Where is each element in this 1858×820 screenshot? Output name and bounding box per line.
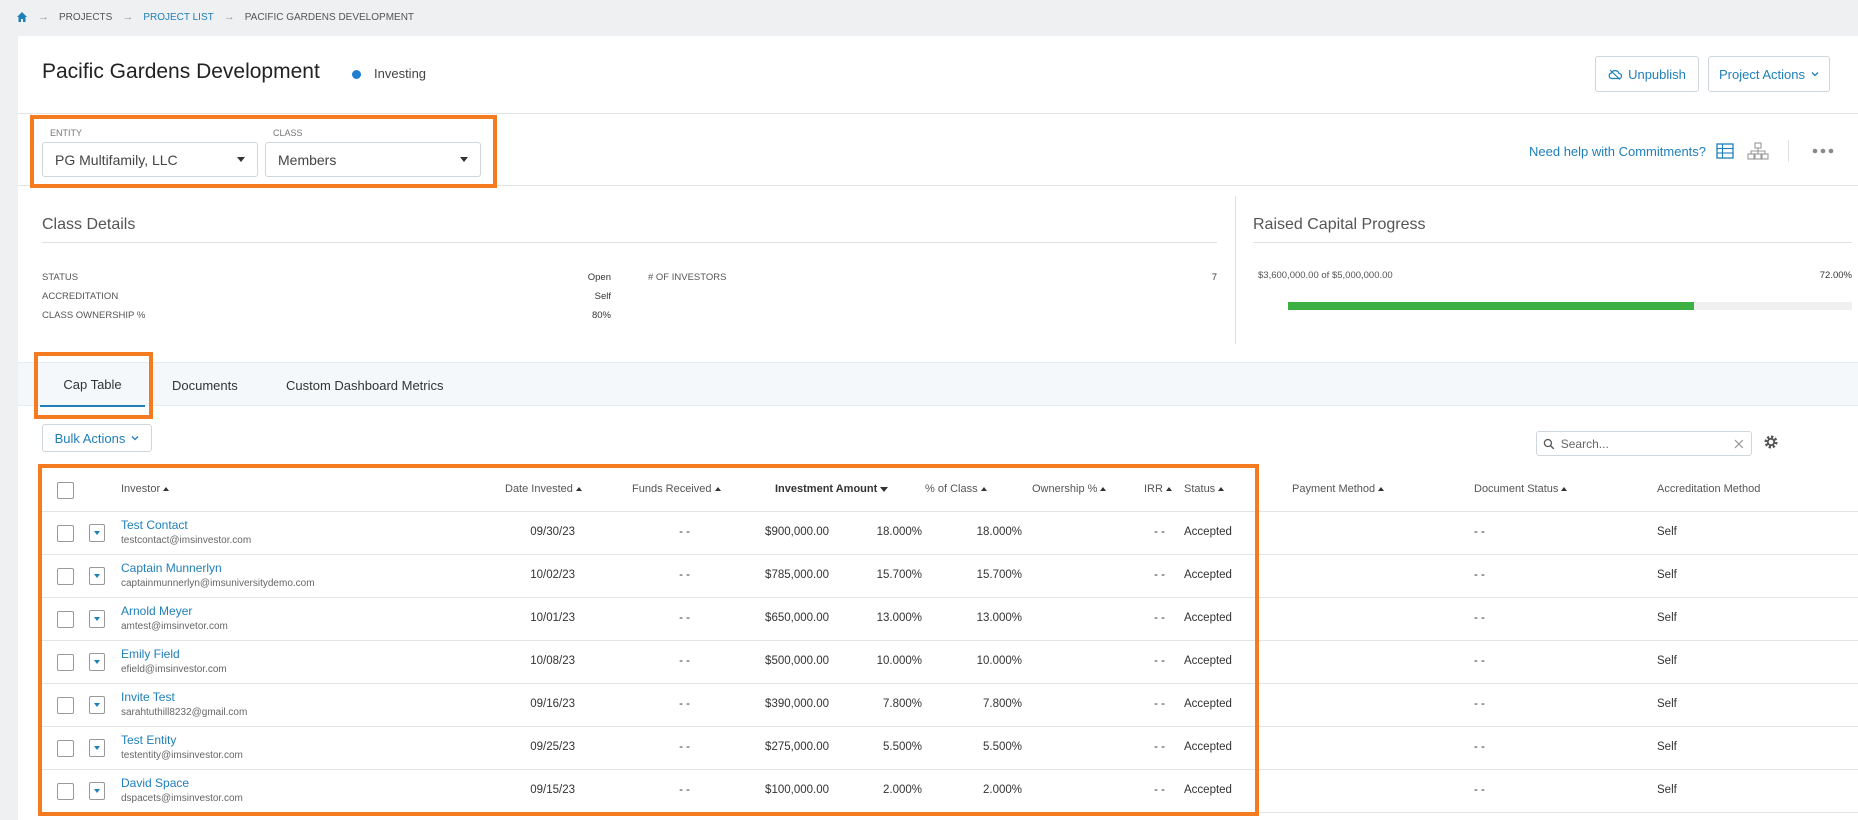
document-status: - - (1474, 569, 1485, 581)
sort-asc-icon (1561, 487, 1568, 492)
raised-capital-percent: 72.00% (1819, 270, 1852, 281)
column-header-accreditation-method[interactable]: Accreditation Method (1657, 483, 1760, 495)
sort-asc-icon (1378, 487, 1385, 492)
search-box (1536, 431, 1752, 456)
accreditation-method: Self (1657, 784, 1677, 796)
accreditation-value: Self (594, 291, 611, 302)
project-actions-button[interactable]: Project Actions (1708, 56, 1830, 92)
breadcrumb-projects[interactable]: PROJECTS (59, 12, 112, 23)
raised-capital-text: $3,600,000.00 of $5,000,000.00 (1258, 270, 1393, 281)
class-status-label: STATUS (42, 272, 79, 283)
highlight-box (38, 464, 1259, 816)
class-status-value: Open (587, 272, 611, 283)
breadcrumb-current: PACIFIC GARDENS DEVELOPMENT (244, 11, 415, 23)
home-icon[interactable] (16, 11, 28, 23)
more-options-icon[interactable] (1812, 148, 1834, 154)
accreditation-label: ACCREDITATION (42, 291, 119, 302)
breadcrumb-separator-icon: → (223, 11, 235, 23)
chevron-down-icon (131, 436, 139, 441)
highlight-box (30, 115, 497, 188)
hierarchy-view-icon[interactable] (1747, 142, 1769, 160)
investors-count-value: 7 (1211, 272, 1217, 283)
class-details-title: Class Details (42, 216, 136, 233)
status-dot-icon (352, 70, 361, 79)
divider (1253, 242, 1852, 243)
status-badge: Investing (374, 66, 427, 81)
clear-icon[interactable] (1733, 438, 1745, 450)
accreditation-method: Self (1657, 698, 1677, 710)
search-icon (1543, 438, 1555, 449)
progress-track (1288, 302, 1852, 310)
accreditation-method: Self (1657, 526, 1677, 538)
breadcrumb-separator-icon: → (122, 11, 134, 23)
tab-documents[interactable]: Documents (172, 363, 238, 407)
divider (1235, 196, 1236, 344)
bulk-actions-button[interactable]: Bulk Actions (42, 424, 152, 452)
breadcrumb-separator-icon: → (38, 11, 49, 23)
accreditation-method: Self (1657, 655, 1677, 667)
breadcrumb-project-list[interactable]: PROJECT LIST (143, 12, 213, 23)
table-view-icon[interactable] (1716, 143, 1734, 159)
progress-fill (1288, 302, 1695, 310)
cloud-off-icon (1608, 69, 1623, 80)
column-header-document-status[interactable]: Document Status (1474, 483, 1568, 495)
tabs-bar: Cap Table Documents Custom Dashboard Met… (18, 362, 1858, 407)
investors-count-label: # OF INVESTORS (648, 272, 727, 283)
chevron-down-icon (1811, 72, 1819, 77)
project-card: Pacific Gardens Development Investing Un… (18, 36, 1858, 820)
help-commitments-link[interactable]: Need help with Commitments? (1529, 144, 1706, 159)
column-header-payment-method[interactable]: Payment Method (1292, 483, 1385, 495)
document-status: - - (1474, 741, 1485, 753)
class-ownership-value: 80% (591, 310, 611, 321)
tab-custom-dashboard-metrics[interactable]: Custom Dashboard Metrics (286, 363, 444, 407)
accreditation-method: Self (1657, 741, 1677, 753)
project-actions-label: Project Actions (1719, 66, 1805, 82)
document-status: - - (1474, 784, 1485, 796)
divider (42, 242, 1217, 243)
document-status: - - (1474, 698, 1485, 710)
accreditation-method: Self (1657, 569, 1677, 581)
unpublish-button[interactable]: Unpublish (1595, 56, 1699, 92)
accreditation-method: Self (1657, 612, 1677, 624)
raised-capital-title: Raised Capital Progress (1253, 216, 1426, 233)
breadcrumb: → PROJECTS → PROJECT LIST → PACIFIC GARD… (0, 0, 1858, 34)
bulk-actions-label: Bulk Actions (54, 430, 126, 446)
document-status: - - (1474, 655, 1485, 667)
gear-icon[interactable] (1763, 434, 1779, 450)
page-title: Pacific Gardens Development (42, 60, 320, 83)
search-input[interactable] (1560, 436, 1728, 451)
class-ownership-label: CLASS OWNERSHIP % (42, 310, 146, 321)
project-header: Pacific Gardens Development Investing Un… (18, 36, 1858, 114)
divider (1788, 140, 1789, 162)
unpublish-label: Unpublish (1628, 66, 1686, 82)
document-status: - - (1474, 526, 1485, 538)
highlight-box (34, 352, 153, 419)
document-status: - - (1474, 612, 1485, 624)
